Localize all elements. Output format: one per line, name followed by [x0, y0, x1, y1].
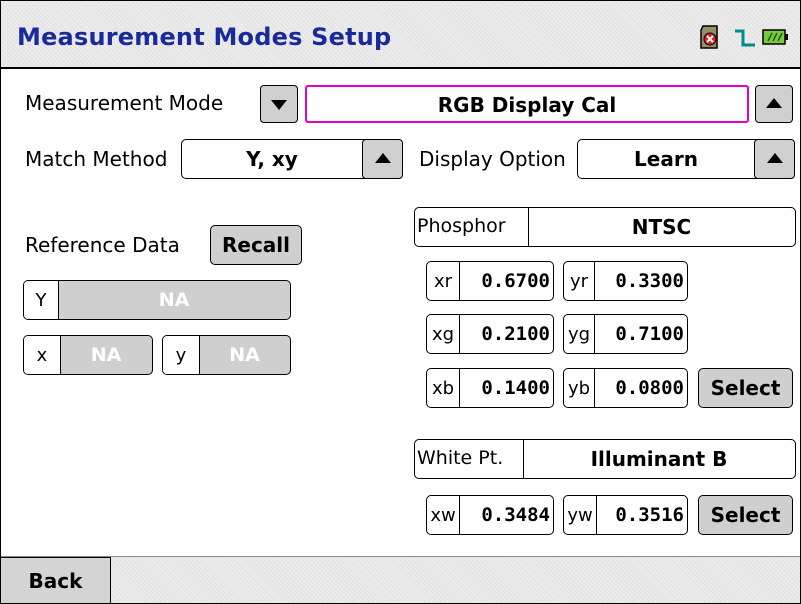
yr-tag: yr — [564, 262, 595, 300]
measurement-mode-value: RGB Display Cal — [437, 93, 617, 117]
yg-tag: yg — [564, 315, 595, 353]
yr-value: 0.3300 — [615, 270, 684, 292]
yw-field[interactable]: yw 0.3516 — [563, 495, 688, 535]
page-title: Measurement Modes Setup — [17, 23, 392, 51]
display-option-label: Display Option — [419, 147, 566, 171]
xb-value: 0.1400 — [481, 377, 550, 399]
yg-value: 0.7100 — [615, 323, 684, 345]
white-point-select-button[interactable]: Select — [698, 495, 793, 535]
reference-data-label: Reference Data — [25, 233, 180, 257]
match-method-label: Match Method — [25, 147, 168, 171]
footer-bar: Back — [1, 556, 800, 603]
chevron-up-icon — [374, 153, 391, 163]
reference-x-field: x NA — [23, 335, 153, 375]
yw-tag: yw — [564, 496, 597, 534]
measurement-mode-select[interactable]: RGB Display Cal — [305, 85, 749, 123]
reference-x-tag: x — [24, 336, 61, 374]
match-method-select[interactable]: Y, xy — [181, 139, 403, 179]
title-bar: Measurement Modes Setup — [1, 1, 800, 69]
chevron-up-icon — [766, 98, 782, 108]
yb-tag: yb — [564, 369, 595, 407]
measurement-mode-next-button[interactable] — [755, 85, 793, 123]
yr-field[interactable]: yr 0.3300 — [563, 261, 688, 301]
xr-field[interactable]: xr 0.6700 — [426, 261, 554, 301]
match-method-value: Y, xy — [246, 147, 298, 171]
white-point-value: Illuminant B — [590, 447, 728, 471]
phosphor-value: NTSC — [631, 215, 692, 239]
xb-tag: xb — [427, 369, 460, 407]
xr-value: 0.6700 — [481, 270, 550, 292]
display-option-next-button[interactable] — [754, 139, 795, 179]
reference-Y-tag: Y — [24, 281, 59, 319]
recall-button[interactable]: Recall — [210, 225, 302, 265]
white-point-select[interactable]: White Pt. Illuminant B — [414, 439, 796, 479]
yw-value: 0.3516 — [615, 504, 684, 526]
screen: Measurement Modes Setup Measurement Mode… — [0, 0, 801, 604]
reference-y-value: NA — [229, 344, 260, 366]
measurement-mode-prev-button[interactable] — [260, 85, 298, 123]
phosphor-select-button[interactable]: Select — [698, 368, 793, 408]
reference-x-value: NA — [90, 344, 122, 366]
signal-pulse-icon — [734, 25, 756, 53]
status-icons — [700, 25, 790, 49]
sd-card-error-icon — [700, 25, 720, 53]
reference-y-field: y NA — [162, 335, 291, 375]
xw-field[interactable]: xw 0.3484 — [426, 495, 554, 535]
display-option-value: Learn — [634, 147, 698, 171]
display-option-select[interactable]: Learn — [577, 139, 795, 179]
phosphor-select[interactable]: Phosphor NTSC — [414, 207, 796, 247]
xw-tag: xw — [427, 496, 460, 534]
battery-icon — [762, 25, 788, 53]
chevron-up-icon — [766, 153, 783, 163]
xg-field[interactable]: xg 0.2100 — [426, 314, 554, 354]
reference-Y-value: NA — [158, 289, 190, 311]
xb-field[interactable]: xb 0.1400 — [426, 368, 554, 408]
xg-tag: xg — [427, 315, 460, 353]
white-point-label: White Pt. — [417, 447, 504, 469]
chevron-down-icon — [271, 100, 287, 110]
xr-tag: xr — [427, 262, 460, 300]
back-button[interactable]: Back — [1, 557, 111, 603]
match-method-next-button[interactable] — [362, 139, 403, 179]
phosphor-label: Phosphor — [417, 215, 506, 237]
yg-field[interactable]: yg 0.7100 — [563, 314, 688, 354]
reference-Y-field: Y NA — [23, 280, 291, 320]
reference-y-tag: y — [163, 336, 200, 374]
measurement-mode-label: Measurement Mode — [25, 91, 224, 115]
yb-value: 0.0800 — [615, 377, 684, 399]
xg-value: 0.2100 — [481, 323, 550, 345]
yb-field[interactable]: yb 0.0800 — [563, 368, 688, 408]
xw-value: 0.3484 — [481, 504, 550, 526]
